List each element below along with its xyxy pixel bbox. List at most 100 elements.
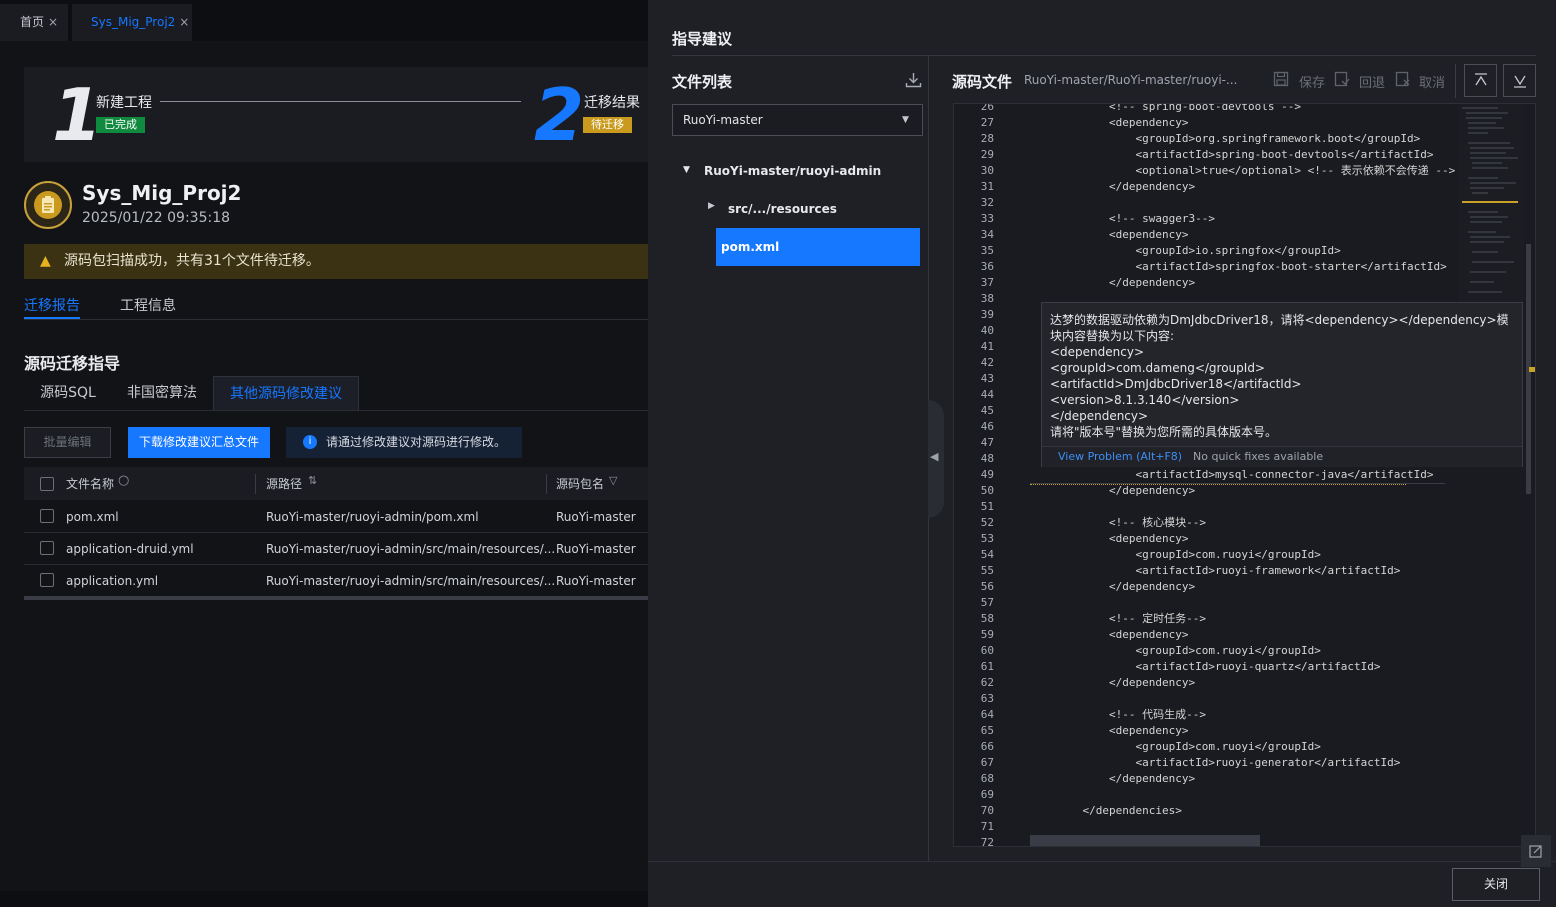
cancel-icon[interactable]	[1395, 71, 1413, 89]
progress-steps: 1 新建工程 已完成 2 迁移结果 待迁移	[24, 67, 648, 162]
code-line[interactable]: <!-- swagger3-->	[1056, 211, 1215, 227]
row-checkbox[interactable]	[40, 509, 54, 523]
code-line[interactable]: <artifactId>mysql-connector-java</artifa…	[1056, 467, 1433, 483]
code-line[interactable]: <groupId>org.springframework.boot</group…	[1056, 131, 1420, 147]
revert-button[interactable]: 回退	[1359, 72, 1385, 91]
tab-project-label: Sys_Mig_Proj2	[91, 15, 176, 29]
scroll-top-button[interactable]	[1464, 64, 1497, 97]
code-line[interactable]: <dependency>	[1056, 531, 1188, 547]
caret-down-icon[interactable]: ▼	[683, 165, 690, 175]
filter-icon[interactable]: ▽	[609, 474, 617, 487]
sort-icon[interactable]: ⇅	[308, 474, 317, 487]
collapse-handle[interactable]: ◀	[928, 400, 944, 518]
subtab-other-suggestions[interactable]: 其他源码修改建议	[213, 376, 359, 410]
save-button[interactable]: 保存	[1299, 72, 1325, 91]
code-line[interactable]: </dependency>	[1056, 179, 1195, 195]
cell-filename: application-druid.yml	[66, 542, 194, 556]
tab-project-info[interactable]: 工程信息	[120, 295, 176, 315]
code-line[interactable]: </dependency>	[1056, 275, 1195, 291]
hint-text: 请通过修改建议对源码进行修改。	[326, 435, 507, 449]
current-line-highlight	[1030, 483, 1445, 484]
download-icon[interactable]	[905, 72, 922, 88]
view-problem-link[interactable]: View Problem (Alt+F8)	[1058, 447, 1182, 467]
edit-icon	[1529, 845, 1542, 858]
no-quick-fix-text: No quick fixes available	[1193, 450, 1324, 463]
tree-node-pom-selected[interactable]: pom.xml	[716, 228, 920, 266]
code-line[interactable]: </dependency>	[1056, 483, 1195, 499]
row-checkbox[interactable]	[40, 573, 54, 587]
line-number: 53	[980, 532, 994, 545]
horizontal-scrollbar[interactable]	[24, 596, 648, 600]
code-line[interactable]: </dependency>	[1056, 579, 1195, 595]
footer-bar	[0, 891, 648, 907]
code-line[interactable]: <!-- spring-boot-devtools -->	[1056, 104, 1301, 115]
select-all-checkbox[interactable]	[40, 477, 54, 491]
line-number: 40	[980, 324, 994, 337]
arrow-up-to-top-icon	[1475, 73, 1487, 86]
subtab-non-sm-algorithm[interactable]: 非国密算法	[112, 376, 212, 410]
row-checkbox[interactable]	[40, 541, 54, 555]
divider	[24, 410, 648, 411]
code-line[interactable]: <dependency>	[1056, 723, 1188, 739]
scroll-bottom-button[interactable]	[1503, 64, 1536, 97]
revert-icon[interactable]	[1334, 71, 1352, 89]
line-number: 68	[980, 772, 994, 785]
source-package-select[interactable]: RuoYi-master ▼	[672, 104, 923, 136]
close-icon[interactable]: ×	[179, 15, 189, 29]
cell-filename: application.yml	[66, 574, 159, 588]
line-number: 51	[980, 500, 994, 513]
section-title: 源码迁移指导	[24, 354, 121, 373]
code-line[interactable]: </dependency>	[1056, 675, 1195, 691]
problem-hover-tooltip: 达梦的数据驱动依赖为DmJdbcDriver18，请将<dependency><…	[1041, 302, 1523, 467]
line-number: 59	[980, 628, 994, 641]
code-line[interactable]: <dependency>	[1056, 227, 1188, 243]
line-number: 32	[980, 196, 994, 209]
cancel-button[interactable]: 取消	[1419, 72, 1445, 91]
subtab-source-sql[interactable]: 源码SQL	[24, 376, 112, 410]
code-line[interactable]: <dependency>	[1056, 115, 1188, 131]
drawer-footer	[648, 861, 1556, 907]
code-editor[interactable]: 26 <!-- spring-boot-devtools --> 27 <depe…	[953, 103, 1536, 847]
caret-right-icon[interactable]: ▶	[708, 201, 715, 211]
code-line[interactable]: <artifactId>ruoyi-quartz</artifactId>	[1056, 659, 1380, 675]
feedback-button[interactable]	[1521, 835, 1551, 867]
line-number: 44	[980, 388, 994, 401]
code-line[interactable]: </dependency>	[1056, 771, 1195, 787]
code-line[interactable]: <artifactId>ruoyi-generator</artifactId>	[1056, 755, 1400, 771]
code-line[interactable]: <groupId>io.springfox</groupId>	[1056, 243, 1340, 259]
tab-home[interactable]: 首页 ×	[0, 4, 68, 41]
code-line[interactable]: <dependency>	[1056, 627, 1188, 643]
line-number: 70	[980, 804, 994, 817]
download-summary-button[interactable]: 下载修改建议汇总文件	[128, 427, 270, 458]
save-icon[interactable]	[1273, 71, 1291, 89]
code-line[interactable]: </dependencies>	[1056, 803, 1181, 819]
code-line[interactable]: <!-- 核心模块-->	[1056, 515, 1206, 531]
select-value: RuoYi-master	[683, 113, 763, 127]
batch-edit-button[interactable]: 批量编辑	[24, 427, 111, 458]
code-line[interactable]: <groupId>com.ruoyi</groupId>	[1056, 547, 1320, 563]
code-line[interactable]: <groupId>com.ruoyi</groupId>	[1056, 643, 1320, 659]
tab-project[interactable]: Sys_Mig_Proj2 ×	[72, 4, 192, 41]
close-button[interactable]: 关闭	[1452, 868, 1540, 901]
tree-node-root[interactable]: RuoYi-master/ruoyi-admin	[704, 164, 881, 178]
code-line[interactable]: <groupId>com.ruoyi</groupId>	[1056, 739, 1320, 755]
code-line[interactable]: <!-- 定时任务-->	[1056, 611, 1206, 627]
tab-home-label: 首页	[20, 15, 45, 29]
divider	[24, 319, 648, 320]
code-line[interactable]: <artifactId>ruoyi-framework</artifactId>	[1056, 563, 1400, 579]
project-name: Sys_Mig_Proj2	[82, 181, 242, 205]
cell-source-path: RuoYi-master/ruoyi-admin/pom.xml	[266, 510, 479, 524]
close-icon[interactable]: ×	[48, 15, 58, 29]
tree-node-resources[interactable]: src/.../resources	[728, 202, 837, 216]
drawer-title: 指导建议	[672, 30, 733, 48]
tab-migration-report[interactable]: 迁移报告	[24, 295, 80, 315]
line-number: 33	[980, 212, 994, 225]
line-number: 54	[980, 548, 994, 561]
code-line[interactable]: <artifactId>springfox-boot-starter</arti…	[1056, 259, 1446, 275]
search-icon[interactable]: ○	[118, 473, 129, 488]
tab-bar: 首页 × Sys_Mig_Proj2 ×	[0, 0, 648, 41]
code-line[interactable]: <!-- 代码生成-->	[1056, 707, 1206, 723]
minimap[interactable]	[1458, 104, 1524, 304]
code-line[interactable]: <artifactId>spring-boot-devtools</artifa…	[1056, 147, 1433, 163]
code-line[interactable]: <optional>true</optional> <!-- 表示依赖不会传递 …	[1056, 163, 1455, 179]
